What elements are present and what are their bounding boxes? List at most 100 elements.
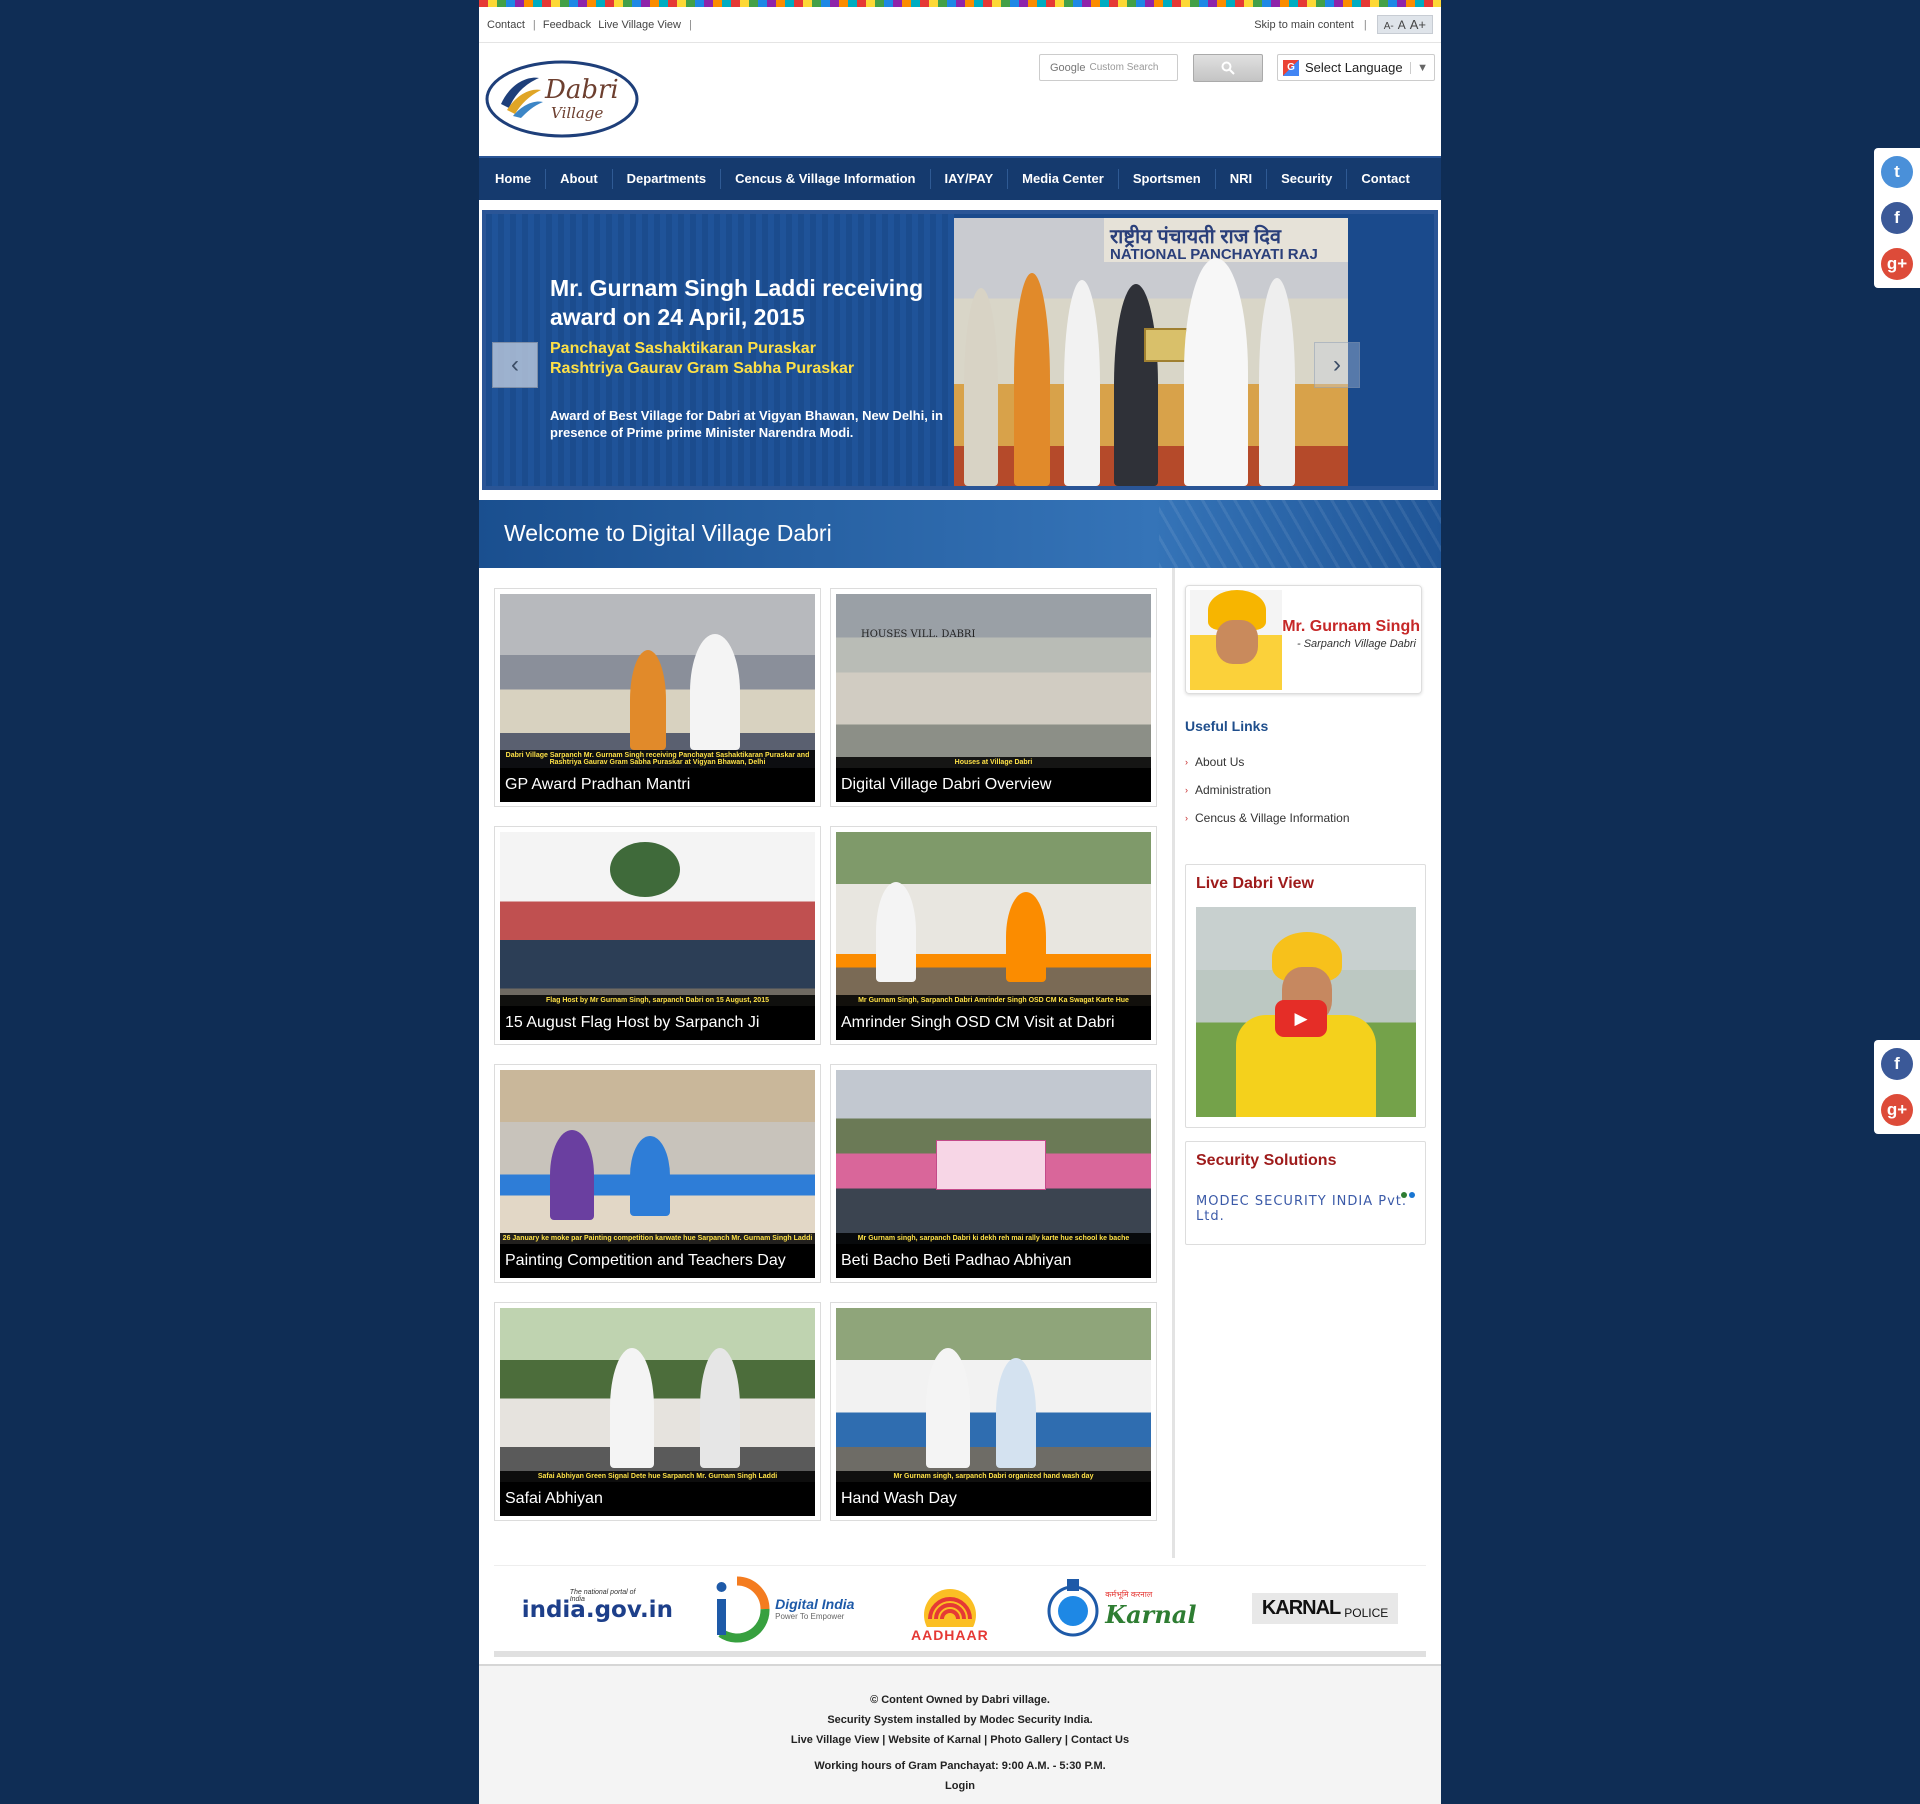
live-view-heading: Live Dabri View [1196, 875, 1314, 892]
language-label: Select Language [1305, 60, 1403, 75]
font-decrease-button[interactable]: A- [1384, 21, 1394, 32]
top-link-contact[interactable]: Contact [487, 19, 525, 31]
karnal-text: Karnal [1105, 1599, 1197, 1629]
nav-security[interactable]: Security [1267, 169, 1348, 189]
person-figure [630, 1136, 670, 1216]
gallery-title: 15 August Flag Host by Sarpanch Ji [500, 1006, 815, 1040]
gallery-card[interactable]: Mr Gurnam singh, sarpanch Dabri ki dekh … [830, 1064, 1157, 1283]
slide-subtitle-line2: Rashtriya Gaurav Gram Sabha Puraskar [550, 360, 855, 377]
font-normal-button[interactable]: A [1398, 18, 1406, 32]
gallery-image: Dabri Village Sarpanch Mr. Gurnam Singh … [500, 594, 815, 768]
gallery-title: Safai Abhiyan [500, 1482, 815, 1516]
modec-logo[interactable]: MODEC SECURITY INDIA Pvt. Ltd. [1196, 1194, 1425, 1224]
useful-link-label: Administration [1195, 783, 1272, 797]
nav-census[interactable]: Cencus & Village Information [721, 169, 931, 189]
digital-india-tagline: Power To Empower [775, 1612, 845, 1621]
footer-link-website-of-karnal[interactable]: Website of Karnal [888, 1734, 981, 1746]
gallery-caption: Mr Gurnam Singh, Sarpanch Dabri Amrinder… [836, 995, 1151, 1006]
social-bar-bottom: f g+ [1874, 1040, 1920, 1134]
gallery-card[interactable]: Flag Host by Mr Gurnam Singh, sarpanch D… [494, 826, 821, 1045]
google-translate-icon: G [1283, 59, 1299, 76]
haryana-emblem-icon [1047, 1578, 1099, 1636]
gallery-card[interactable]: Dabri Village Sarpanch Mr. Gurnam Singh … [494, 588, 821, 807]
nav-iay-pay[interactable]: IAY/PAY [931, 169, 1009, 189]
gallery-caption: Flag Host by Mr Gurnam Singh, sarpanch D… [500, 995, 815, 1006]
google-plus-icon[interactable]: g+ [1881, 248, 1913, 280]
top-bar: Contact | Feedback Live Village View | Ski… [479, 7, 1441, 43]
gallery-title: Painting Competition and Teachers Day [500, 1244, 815, 1278]
logo-text-dabri: Dabri [544, 75, 619, 105]
footer: © Content Owned by Dabri village. Securi… [479, 1664, 1441, 1804]
person-figure [964, 288, 998, 486]
language-select[interactable]: G Select Language ▼ [1277, 54, 1435, 81]
karnal-police-logo[interactable]: KARNAL POLICE [1251, 1593, 1399, 1624]
person-figure [1259, 278, 1295, 486]
karnal-hindi-text: कर्मभूमि करनाल [1105, 1589, 1153, 1599]
useful-link-administration[interactable]: › Administration [1185, 776, 1350, 804]
sarpanch-card[interactable]: Mr. Gurnam Singh - Sarpanch Village Dabr… [1185, 585, 1422, 694]
top-link-live-village-view[interactable]: Live Village View [598, 19, 681, 31]
india-gov-logo[interactable]: The national portal of India india.gov.i… [522, 1589, 673, 1629]
person-figure [1184, 258, 1248, 486]
footer-link-live-village-view[interactable]: Live Village View [791, 1734, 879, 1746]
gallery-card[interactable]: 26 January ke moke par Painting competit… [494, 1064, 821, 1283]
font-increase-button[interactable]: A+ [1410, 17, 1426, 32]
color-stripe [479, 0, 1441, 7]
nav-departments[interactable]: Departments [613, 169, 722, 189]
search-input[interactable]: Google Custom Search [1039, 54, 1178, 81]
column-divider [1172, 568, 1175, 1558]
live-view-box: Live Dabri View ▶ [1185, 864, 1426, 1128]
live-video-player[interactable]: ▶ [1196, 907, 1416, 1117]
nav-sportsmen[interactable]: Sportsmen [1119, 169, 1216, 189]
footer-links: Live Village View | Website of Karnal | … [790, 1734, 1130, 1746]
gallery-title: GP Award Pradhan Mantri [500, 768, 815, 802]
nav-contact[interactable]: Contact [1347, 169, 1423, 189]
nav-home[interactable]: Home [481, 169, 547, 189]
gallery-card[interactable]: Safai Abhiyan Green Signal Dete hue Sarp… [494, 1302, 821, 1521]
header: Dabri Village Google Custom Search G Sel… [479, 43, 1441, 154]
search-button[interactable] [1193, 54, 1263, 82]
gallery-card[interactable]: Mr Gurnam singh, sarpanch Dabri organize… [830, 1302, 1157, 1521]
dabri-village-logo[interactable]: Dabri Village [485, 60, 640, 138]
top-right: Skip to main content | A- A A+ [1254, 15, 1433, 34]
aadhaar-logo[interactable]: AADHAAR [910, 1575, 990, 1643]
gallery-card[interactable]: Mr Gurnam Singh, Sarpanch Dabri Amrinder… [830, 826, 1157, 1045]
person-figure [1064, 280, 1100, 486]
gallery-image: Flag Host by Mr Gurnam Singh, sarpanch D… [500, 832, 815, 1006]
gallery-caption: Dabri Village Sarpanch Mr. Gurnam Singh … [500, 750, 815, 768]
digital-india-logo[interactable]: Digital India Power To Empower [707, 1573, 854, 1645]
google-plus-icon[interactable]: g+ [1881, 1094, 1913, 1126]
footer-link-contact-us[interactable]: Contact Us [1071, 1734, 1129, 1746]
skip-to-main-content[interactable]: Skip to main content [1254, 19, 1354, 31]
divider: | [1363, 18, 1367, 31]
welcome-banner: Welcome to Digital Village Dabri [479, 500, 1441, 568]
slide-subtitle-line1: Panchayat Sashaktikaran Puraskar [550, 340, 816, 357]
karnal-logo[interactable]: कर्मभूमि करनाल Karnal [1045, 1575, 1196, 1643]
twitter-icon[interactable]: t [1881, 156, 1913, 188]
person-figure [610, 1348, 654, 1468]
gallery-title: Hand Wash Day [836, 1482, 1151, 1516]
sarpanch-face [1216, 620, 1258, 664]
nav-nri[interactable]: NRI [1216, 169, 1268, 189]
footer-link-photo-gallery[interactable]: Photo Gallery [990, 1734, 1062, 1746]
nav-media-center[interactable]: Media Center [1008, 169, 1119, 189]
person-figure [700, 1348, 740, 1468]
nav-about[interactable]: About [546, 169, 613, 189]
rally-banner [936, 1140, 1046, 1190]
slider-next-button[interactable]: › [1314, 342, 1360, 388]
gallery-title: Beti Bacho Beti Padhao Abhiyan [836, 1244, 1151, 1278]
gallery-caption: 26 January ke moke par Painting competit… [500, 1233, 815, 1244]
slider-prev-button[interactable]: ‹ [492, 342, 538, 388]
facebook-icon[interactable]: f [1881, 202, 1913, 234]
top-link-feedback[interactable]: Feedback [543, 19, 591, 31]
person-figure [630, 650, 666, 750]
useful-link-census[interactable]: › Cencus & Village Information [1185, 804, 1350, 832]
footer-login-link[interactable]: Login [479, 1776, 1441, 1796]
useful-link-about-us[interactable]: › About Us [1185, 748, 1350, 776]
gallery-card[interactable]: HOUSES VILL. DABRI Houses at Village Dab… [830, 588, 1157, 807]
facebook-icon[interactable]: f [1881, 1048, 1913, 1080]
gallery-caption: Mr Gurnam singh, sarpanch Dabri ki dekh … [836, 1233, 1151, 1244]
page-container: Contact | Feedback Live Village View | Ski… [479, 0, 1441, 1804]
footer-copyright: © Content Owned by Dabri village. [870, 1694, 1050, 1706]
play-icon[interactable]: ▶ [1275, 1000, 1327, 1037]
